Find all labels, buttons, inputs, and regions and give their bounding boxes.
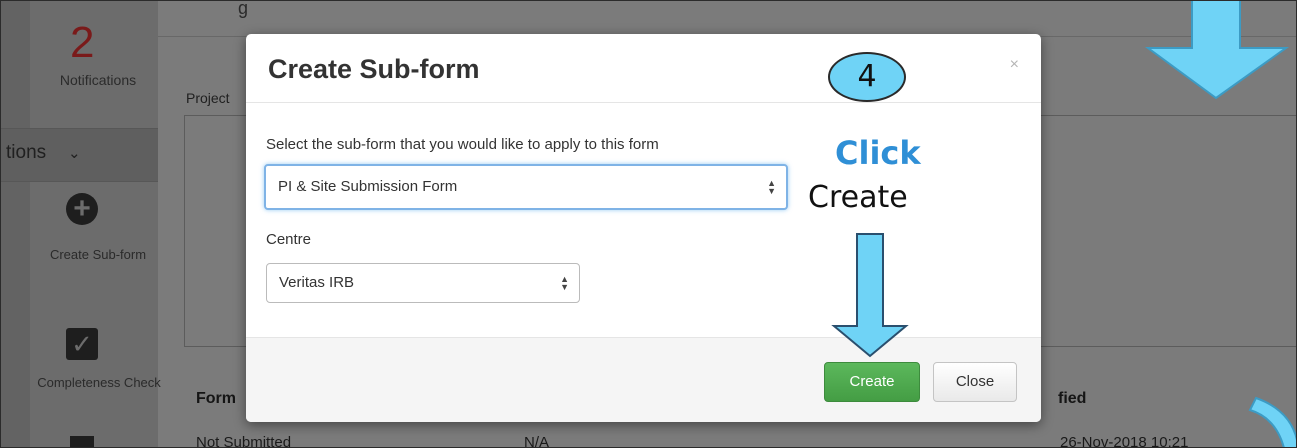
pointer-arrow-annotation [831, 233, 909, 358]
annotation-overlay [831, 0, 1297, 448]
annotation-click-text: Click [835, 134, 921, 172]
down-arrow-annotation [1144, 0, 1290, 100]
screenshot-frame: g 2 Notifications tions ⌄ + Create Sub-f… [0, 0, 1297, 448]
annotation-create-text: Create [808, 180, 908, 215]
curved-arrow-annotation [1248, 396, 1297, 448]
step-number-badge: 4 [828, 52, 906, 102]
